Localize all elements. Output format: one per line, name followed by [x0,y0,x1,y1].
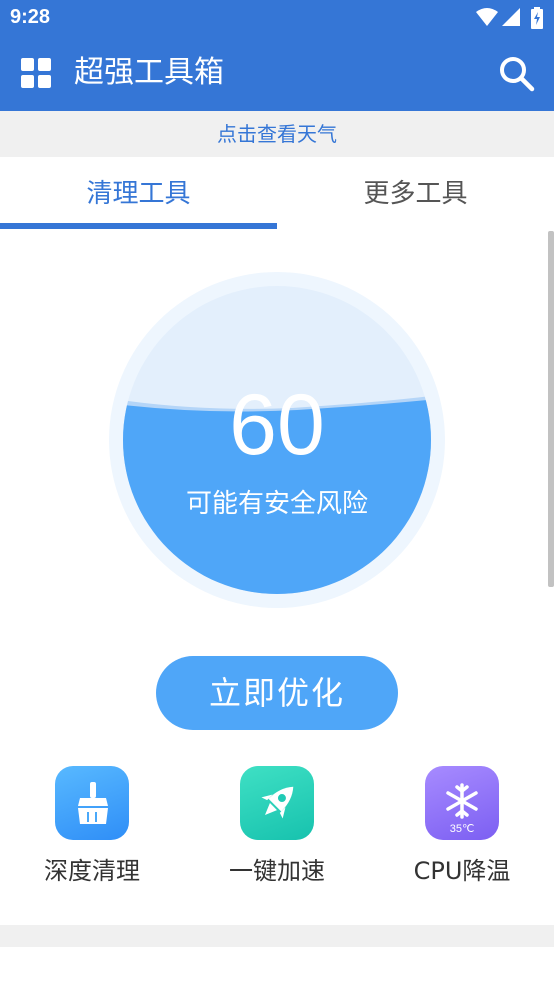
tool-label: 一键加速 [229,857,325,885]
tab-indicator [0,223,277,229]
temperature-badge: 35℃ [449,823,475,835]
risk-status: 可能有安全风险 [185,489,368,519]
tab-bar: 清理工具 更多工具 [0,157,554,231]
app-header: 9:28 超强工具箱 [0,0,554,111]
grid-icon[interactable] [21,58,51,88]
tool-cpu-cooling[interactable]: 35℃ CPU降温 [370,766,554,906]
page-title: 超强工具箱 [74,55,224,90]
status-time: 9:28 [10,6,51,28]
weather-banner[interactable]: 点击查看天气 [0,111,554,157]
scrollbar[interactable] [548,231,554,587]
section-divider [0,925,554,947]
wifi-icon [476,8,498,26]
tab-clean-tools[interactable]: 清理工具 [0,157,277,231]
tool-speed-up[interactable]: 一键加速 [185,766,369,906]
tool-deep-clean[interactable]: 深度清理 [0,766,184,906]
signal-icon [502,8,520,26]
broom-icon [55,766,129,840]
rocket-icon [240,766,314,840]
tool-label: CPU降温 [413,857,511,885]
tab-more-tools[interactable]: 更多工具 [277,157,554,231]
tool-label: 深度清理 [44,857,140,885]
search-icon[interactable] [498,55,536,93]
battery-icon [531,7,543,29]
optimize-button[interactable]: 立即优化 [156,656,398,730]
status-bar: 9:28 [0,0,554,36]
score-value: 60 [229,377,325,473]
snowflake-icon: 35℃ [425,766,499,840]
